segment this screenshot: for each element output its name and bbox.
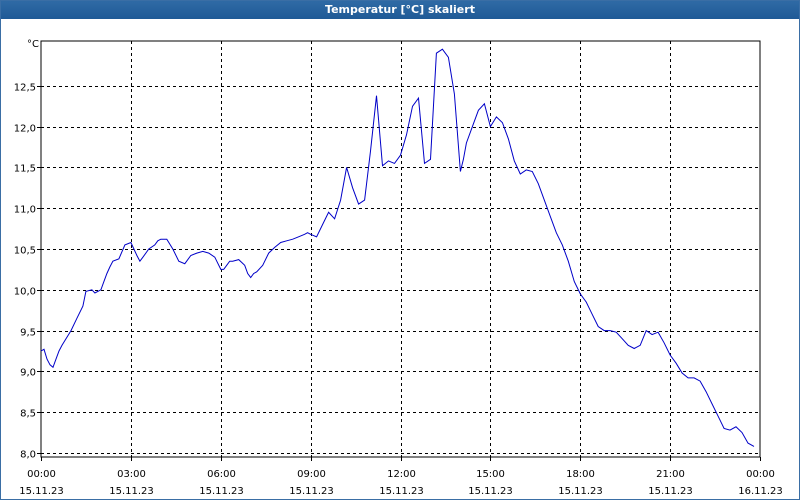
y-tick-label: 10,0 [14,287,36,298]
x-tick-label-time: 00:00 [746,469,775,480]
chart-window: Temperatur [°C] skaliert 8,0 8,5 9,0 9,5 10,… [0,0,800,500]
y-tick-label: 8,5 [20,409,36,420]
y-tick-label: 12,0 [14,124,36,135]
x-tick-label-time: 09:00 [297,469,326,480]
x-tick-label-time: 03:00 [117,469,146,480]
line-chart: 8,0 8,5 9,0 9,5 10,0 10,5 11,0 11,5 12,0 12,5 00:0… [14,39,783,497]
y-axis-label: °C [27,39,39,50]
x-tick-label-date: 15.11.23 [109,486,154,497]
x-tick-label-date: 15.11.23 [199,486,244,497]
x-tick-label-time: 18:00 [566,469,595,480]
x-tick-label-date: 15.11.23 [558,486,603,497]
x-tick-label-date: 15.11.23 [379,486,424,497]
x-tick-label-time: 21:00 [656,469,685,480]
x-tick-label-time: 15:00 [476,469,505,480]
y-tick-label: 9,0 [20,368,36,379]
x-tick-label-time: 06:00 [207,469,236,480]
x-tick-label-time: 12:00 [387,469,416,480]
x-tick-label-date: 15.11.23 [468,486,513,497]
x-tick-label-date: 15.11.23 [648,486,693,497]
y-tick-label: 11,0 [14,205,36,216]
y-tick-label: 12,5 [14,83,36,94]
x-tick-label-date: 15.11.23 [19,486,64,497]
y-tick-label: 8,0 [20,450,36,461]
y-tick-label: 11,5 [14,164,36,175]
x-tick-label-time: 00:00 [27,469,56,480]
x-tick-label-date: 16.11.23 [738,486,783,497]
y-tick-label: 10,5 [14,246,36,257]
y-tick-label: 9,5 [20,328,36,339]
x-tick-label-date: 15.11.23 [289,486,334,497]
